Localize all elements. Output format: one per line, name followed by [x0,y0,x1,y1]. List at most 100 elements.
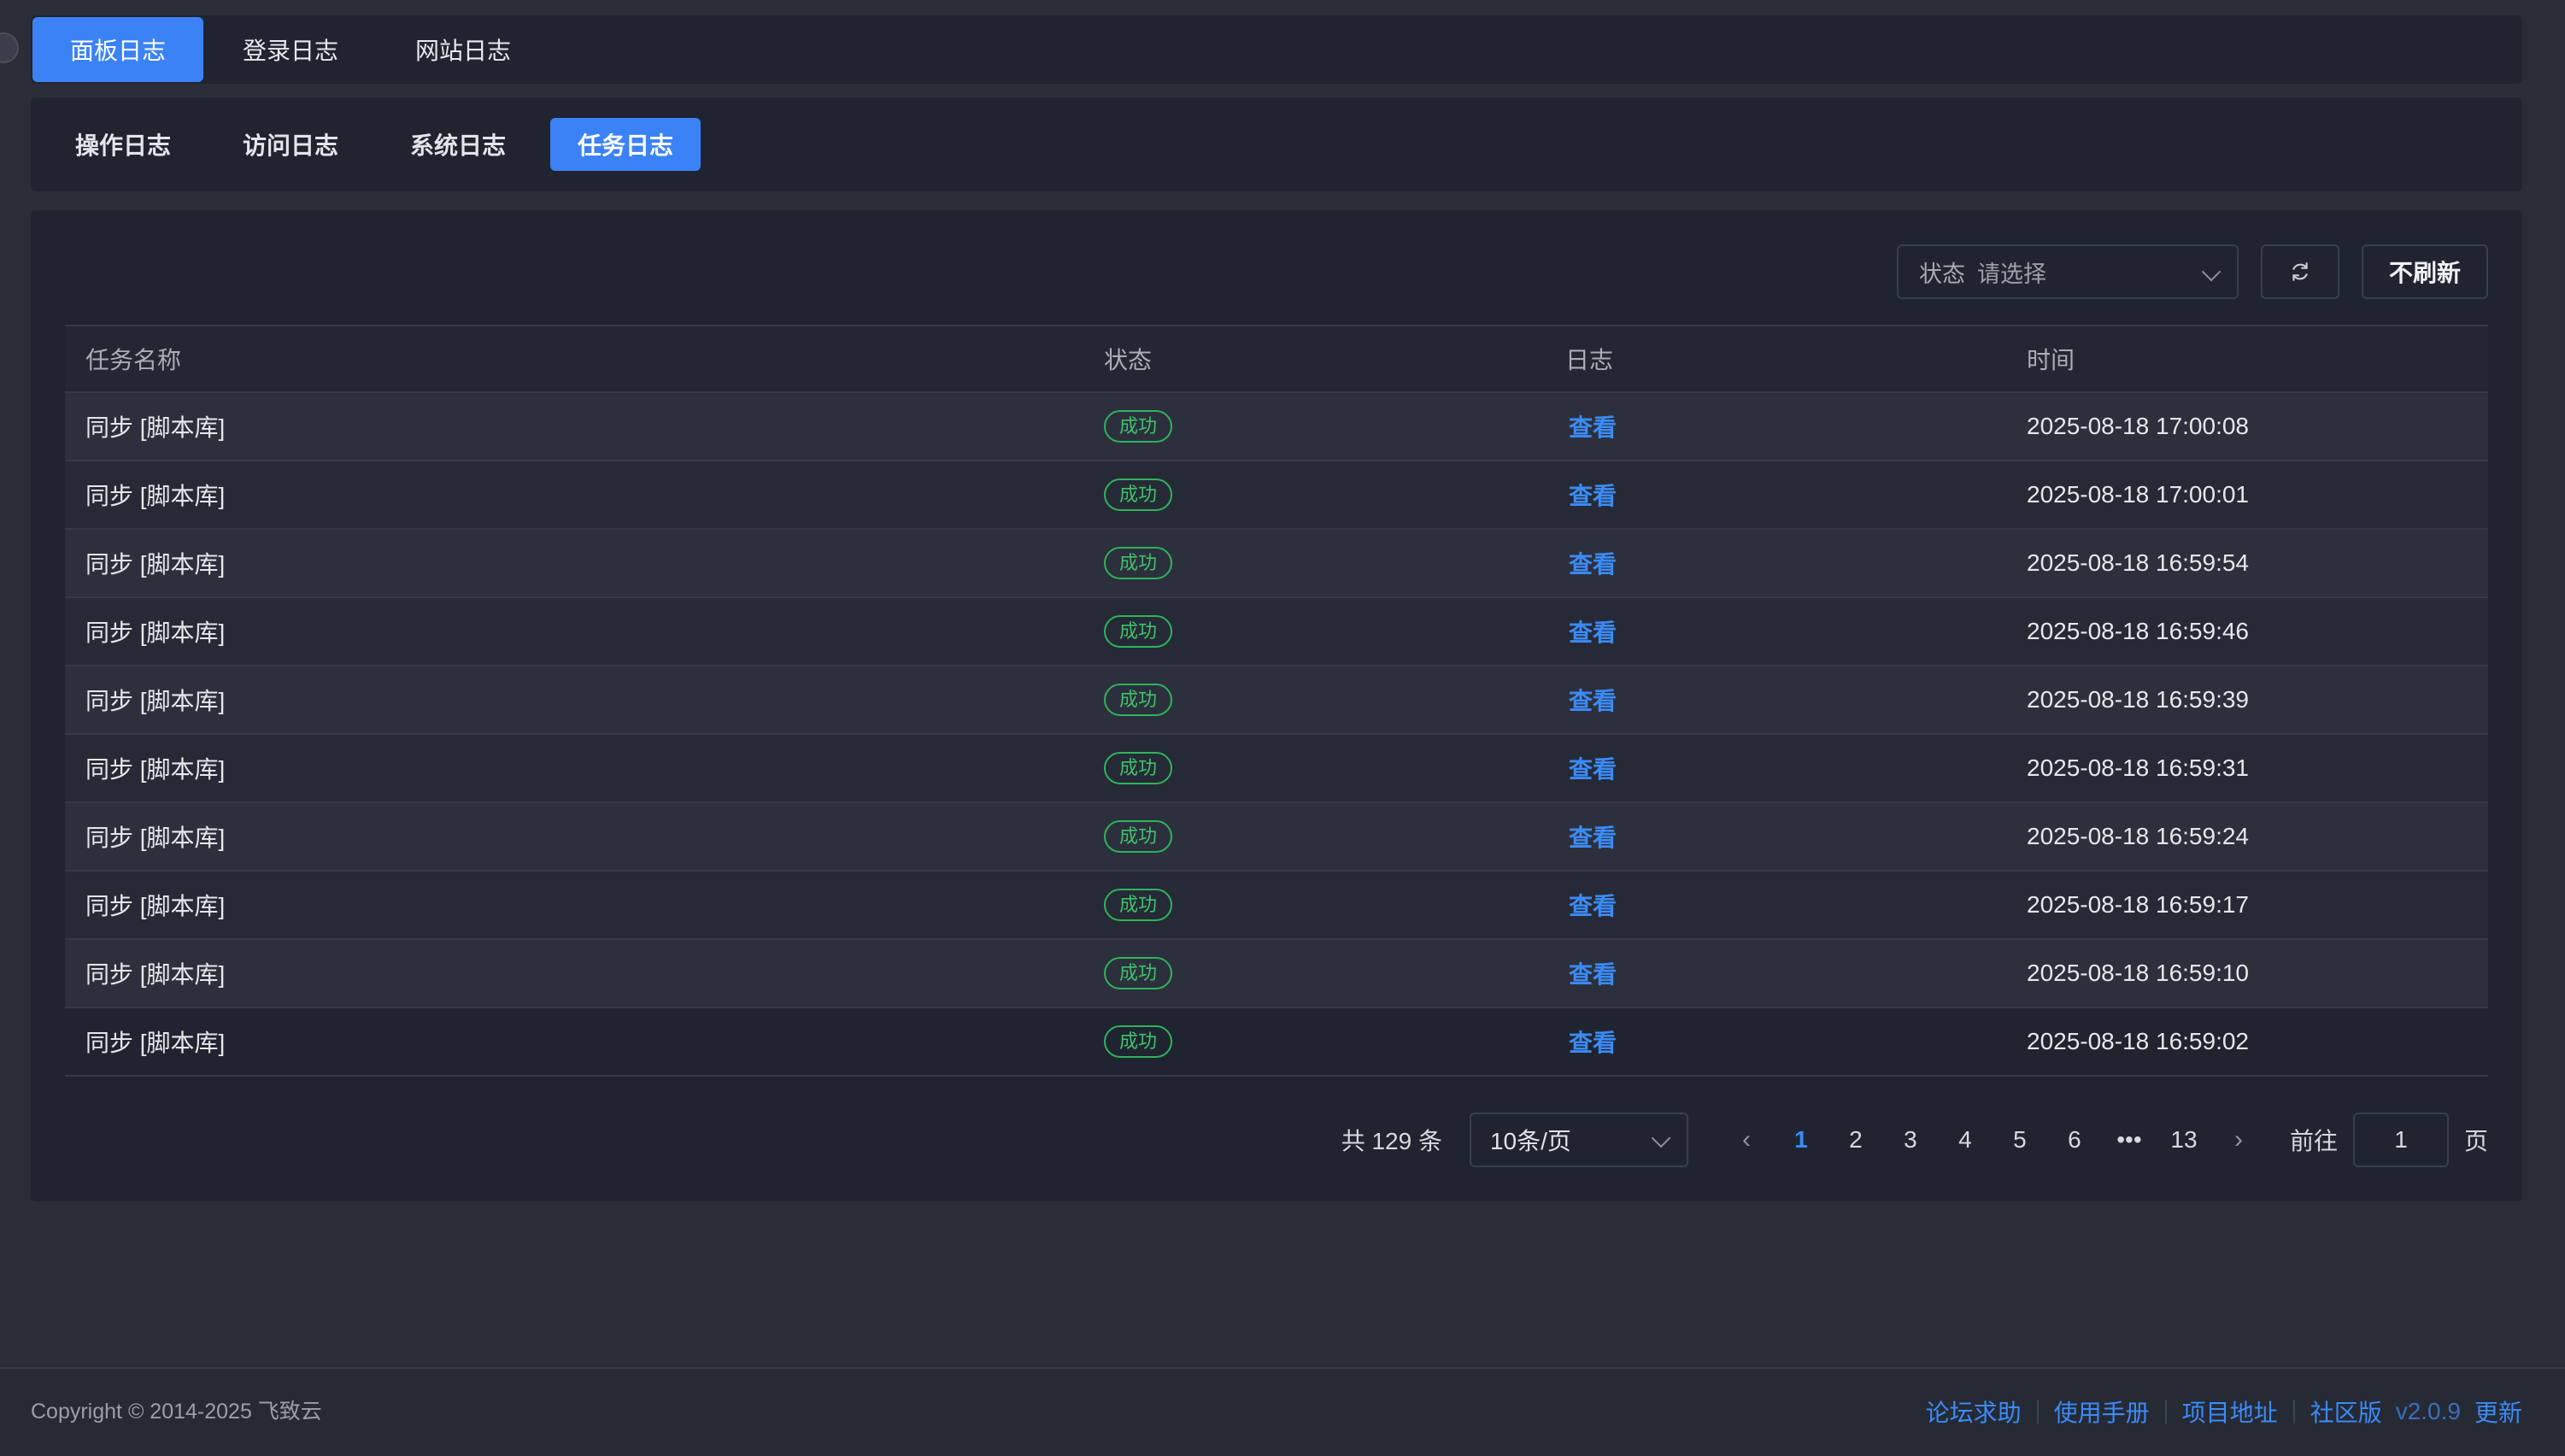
view-log-link[interactable]: 查看 [1565,414,1617,441]
task-name: 同步 [脚本库] [85,756,226,783]
table-body: 同步 [脚本库] 成功 查看 2025-08-18 17:00:08 同步 [脚… [65,393,2488,1077]
task-time: 2025-08-18 16:59:46 [2027,618,2249,644]
task-time: 2025-08-18 16:59:24 [2027,823,2249,849]
toolbar: 状态 请选择 不刷新 [1897,244,2488,299]
view-log-link[interactable]: 查看 [1565,1030,1617,1056]
page-4[interactable]: 4 [1938,1126,1993,1154]
tab-website-logs[interactable]: 网站日志 [378,17,549,82]
status-badge: 成功 [1104,1025,1173,1058]
copyright: Copyright © 2014-2025 飞致云 [31,1400,322,1424]
task-name: 同步 [脚本库] [85,961,226,988]
task-time: 2025-08-18 16:59:39 [2027,686,2249,713]
status-badge: 成功 [1104,547,1173,579]
next-page-icon[interactable]: › [2211,1125,2266,1154]
view-log-link[interactable]: 查看 [1565,483,1617,509]
column-header-task-name: 任务名称 [85,347,182,373]
task-name: 同步 [脚本库] [85,414,226,441]
page-5[interactable]: 5 [1993,1126,2047,1154]
tab-access-logs[interactable]: 访问日志 [215,118,366,171]
goto-label: 前往 [2289,1128,2338,1154]
task-name: 同步 [脚本库] [85,483,226,509]
view-log-link[interactable]: 查看 [1565,688,1617,714]
page-13[interactable]: 13 [2157,1126,2211,1154]
footer: Copyright © 2014-2025 飞致云 论坛求助 使用手册 项目地址… [0,1367,2565,1456]
table-row: 同步 [脚本库] 成功 查看 2025-08-18 17:00:08 [65,393,2488,461]
view-log-link[interactable]: 查看 [1565,756,1617,783]
community-edition-link[interactable]: 社区版 [2310,1394,2382,1429]
divider [2036,1400,2039,1424]
column-header-log: 日志 [1565,347,1614,373]
task-name: 同步 [脚本库] [85,825,226,851]
pagination: 共 129 条 10条/页 ‹ 1 2 3 4 5 6 ••• 13 › 前往 … [1341,1113,2488,1167]
total-count: 共 129 条 [1341,1128,1442,1154]
tab-task-logs[interactable]: 任务日志 [550,118,701,171]
view-log-link[interactable]: 查看 [1565,551,1617,578]
column-header-time: 时间 [2027,347,2075,373]
table-row: 同步 [脚本库] 成功 查看 2025-08-18 17:00:01 [65,461,2488,530]
view-log-link[interactable]: 查看 [1565,961,1617,988]
table-row: 同步 [脚本库] 成功 查看 2025-08-18 16:59:10 [65,940,2488,1008]
status-select-label: 状态 [1919,261,1965,287]
status-select[interactable]: 状态 请选择 [1897,244,2239,299]
page-size-select[interactable]: 10条/页 [1469,1113,1688,1167]
task-log-panel: 状态 请选择 不刷新 任务名称 状态 日志 时间 同步 [脚本库] 成功 查看 … [31,210,2522,1201]
sidebar-collapse-handle[interactable] [0,32,19,63]
task-log-table: 任务名称 状态 日志 时间 同步 [脚本库] 成功 查看 2025-08-18 … [65,325,2488,1077]
task-name: 同步 [脚本库] [85,688,226,714]
status-badge: 成功 [1104,684,1173,716]
status-badge: 成功 [1104,752,1173,784]
status-badge: 成功 [1104,820,1173,853]
table-row: 同步 [脚本库] 成功 查看 2025-08-18 16:59:17 [65,872,2488,940]
refresh-button[interactable] [2261,244,2339,299]
table-row: 同步 [脚本库] 成功 查看 2025-08-18 16:59:24 [65,803,2488,872]
task-time: 2025-08-18 17:00:01 [2027,481,2249,508]
project-link[interactable]: 项目地址 [2182,1394,2278,1429]
task-time: 2025-08-18 17:00:08 [2027,413,2249,439]
table-row: 同步 [脚本库] 成功 查看 2025-08-18 16:59:39 [65,666,2488,735]
view-log-link[interactable]: 查看 [1565,893,1617,919]
update-link[interactable]: 更新 [2474,1394,2522,1429]
column-header-status: 状态 [1104,347,1153,373]
task-name: 同步 [脚本库] [85,893,226,919]
status-select-placeholder: 请选择 [1977,261,2046,287]
task-name: 同步 [脚本库] [85,551,226,578]
forum-help-link[interactable]: 论坛求助 [1926,1394,2022,1429]
sub-tab-bar: 操作日志 访问日志 系统日志 任务日志 [31,97,2522,191]
status-badge: 成功 [1104,615,1173,648]
auto-refresh-dropdown[interactable]: 不刷新 [2362,244,2488,299]
table-header: 任务名称 状态 日志 时间 [65,325,2488,393]
task-time: 2025-08-18 16:59:02 [2027,1028,2249,1054]
chevron-down-icon [1651,1128,1671,1148]
divider [2164,1400,2167,1424]
table-row: 同步 [脚本库] 成功 查看 2025-08-18 16:59:31 [65,735,2488,803]
chevron-down-icon [2201,261,2222,282]
task-time: 2025-08-18 16:59:17 [2027,891,2249,918]
page-size-value: 10条/页 [1489,1128,1571,1154]
footer-links: 论坛求助 使用手册 项目地址 社区版 v2.0.9 更新 [1926,1394,2522,1429]
page-2[interactable]: 2 [1828,1126,1883,1154]
view-log-link[interactable]: 查看 [1565,825,1617,851]
task-time: 2025-08-18 16:59:54 [2027,549,2249,576]
task-name: 同步 [脚本库] [85,619,226,646]
table-row: 同步 [脚本库] 成功 查看 2025-08-18 16:59:46 [65,598,2488,666]
user-manual-link[interactable]: 使用手册 [2054,1394,2150,1429]
page-6[interactable]: 6 [2047,1126,2102,1154]
table-row: 同步 [脚本库] 成功 查看 2025-08-18 16:59:54 [65,530,2488,598]
version-label: v2.0.9 [2395,1398,2461,1424]
tab-login-logs[interactable]: 登录日志 [205,17,376,82]
top-tab-bar: 面板日志 登录日志 网站日志 [31,15,2522,84]
page-suffix: 页 [2463,1128,2488,1154]
more-pages-icon[interactable]: ••• [2102,1126,2157,1154]
task-name: 同步 [脚本库] [85,1030,226,1056]
view-log-link[interactable]: 查看 [1565,619,1617,646]
page-1[interactable]: 1 [1774,1126,1828,1154]
page-3[interactable]: 3 [1883,1126,1938,1154]
status-badge: 成功 [1104,957,1173,989]
task-time: 2025-08-18 16:59:31 [2027,754,2249,781]
tab-operation-logs[interactable]: 操作日志 [48,118,198,171]
status-badge: 成功 [1104,889,1173,921]
goto-page-input[interactable]: 1 [2352,1113,2449,1167]
prev-page-icon[interactable]: ‹ [1719,1125,1774,1154]
tab-system-logs[interactable]: 系统日志 [383,118,533,171]
tab-panel-logs[interactable]: 面板日志 [32,17,204,82]
